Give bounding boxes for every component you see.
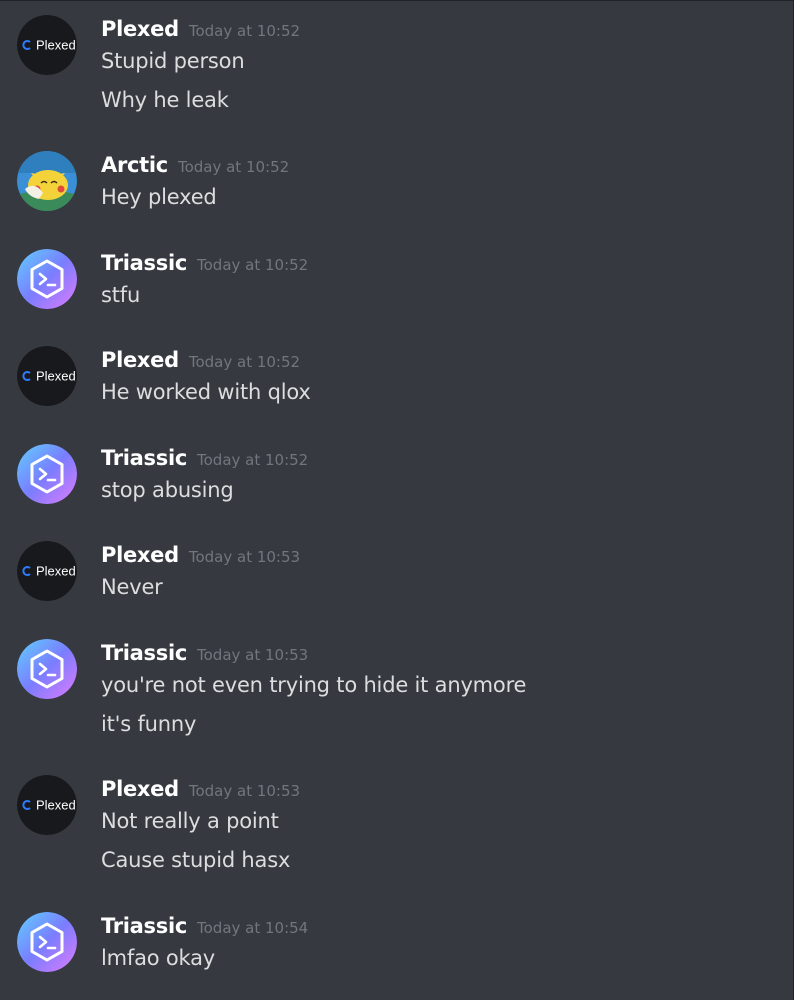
message-header: Plexed Today at 10:53 [101, 777, 300, 801]
timestamp: Today at 10:52 [177, 158, 290, 176]
message-text: stfu [101, 283, 141, 307]
author-name[interactable]: Arctic [101, 153, 168, 177]
message-text: you're not even trying to hide it anymor… [101, 673, 527, 697]
author-name[interactable]: Triassic [101, 446, 187, 470]
message-text: Stupid person [101, 49, 245, 73]
message-header: Triassic Today at 10:54 [101, 914, 308, 938]
svg-text:Plexed: Plexed [36, 564, 76, 579]
plexed-logo-avatar[interactable]: Plexed [17, 15, 77, 75]
message-header: Triassic Today at 10:52 [101, 446, 308, 470]
terminal-hexagon-avatar[interactable] [17, 249, 77, 309]
svg-text:Plexed: Plexed [36, 798, 76, 813]
svg-text:Plexed: Plexed [36, 38, 76, 53]
message-header: Plexed Today at 10:52 [101, 17, 300, 41]
plexed-logo-avatar[interactable]: Plexed [17, 541, 77, 601]
message-text: stop abusing [101, 478, 234, 502]
timestamp: Today at 10:53 [188, 782, 301, 800]
message-text: Hey plexed [101, 185, 217, 209]
message-text: Never [101, 575, 163, 599]
terminal-hexagon-avatar[interactable] [17, 639, 77, 699]
terminal-hexagon-avatar[interactable] [17, 444, 77, 504]
author-name[interactable]: Triassic [101, 641, 187, 665]
message-text: Not really a point [101, 809, 279, 833]
message-text: Why he leak [101, 88, 229, 112]
timestamp: Today at 10:52 [188, 22, 301, 40]
timestamp: Today at 10:52 [188, 353, 301, 371]
message-text: Cause stupid hasx [101, 848, 291, 872]
author-name[interactable]: Plexed [101, 348, 179, 372]
plexed-logo-avatar[interactable]: Plexed [17, 346, 77, 406]
message-header: Arctic Today at 10:52 [101, 153, 289, 177]
message-header: Plexed Today at 10:53 [101, 543, 300, 567]
message-header: Plexed Today at 10:52 [101, 348, 300, 372]
message-text: He worked with qlox [101, 380, 311, 404]
timestamp: Today at 10:54 [197, 919, 309, 937]
message-text: lmfao okay [101, 946, 216, 970]
timestamp: Today at 10:52 [197, 451, 309, 469]
author-name[interactable]: Plexed [101, 777, 179, 801]
plexed-logo-avatar[interactable]: Plexed [17, 775, 77, 835]
message-list: Plexed Plexed Today at 10:52 Stupid perso… [0, 0, 794, 1000]
svg-text:Plexed: Plexed [36, 369, 76, 384]
terminal-hexagon-avatar[interactable] [17, 912, 77, 972]
author-name[interactable]: Triassic [101, 914, 187, 938]
timestamp: Today at 10:53 [188, 548, 301, 566]
author-name[interactable]: Triassic [101, 251, 187, 275]
timestamp: Today at 10:53 [197, 646, 309, 664]
pikachu-avatar[interactable] [17, 151, 77, 211]
author-name[interactable]: Plexed [101, 17, 179, 41]
timestamp: Today at 10:52 [197, 256, 309, 274]
message-header: Triassic Today at 10:52 [101, 251, 308, 275]
message-text: it's funny [101, 712, 197, 736]
author-name[interactable]: Plexed [101, 543, 179, 567]
message-header: Triassic Today at 10:53 [101, 641, 308, 665]
